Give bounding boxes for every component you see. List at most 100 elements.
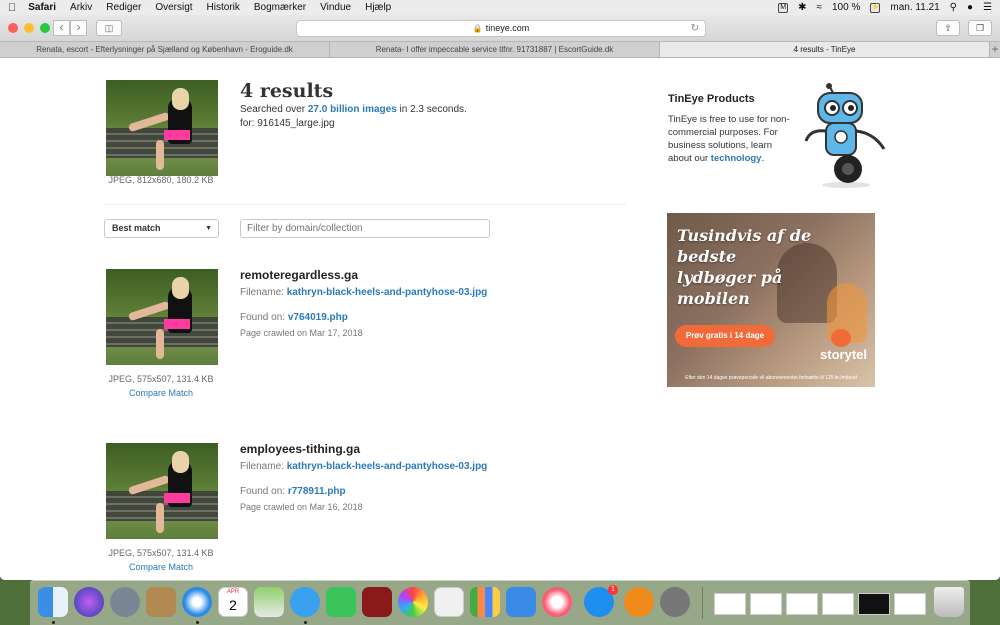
result-crawled-1: Page crawled on Mar 17, 2018 — [240, 328, 363, 338]
maps-icon[interactable] — [254, 587, 284, 617]
storytel-ad[interactable]: Tusindvis af de bedste lydbøger på mobil… — [667, 213, 875, 387]
found-on-link-1[interactable]: v764019.php — [288, 312, 348, 323]
tab-escortguide[interactable]: Renata- I offer impeccable service tlfnr… — [330, 42, 660, 57]
result-filename-1: Filename: kathryn-black-heels-and-pantyh… — [240, 287, 487, 298]
dock-minimized-window-5[interactable] — [858, 593, 890, 615]
products-text-end: . — [761, 153, 765, 164]
ad-fine-print: Efter den 14 dages prøveperiode vil abon… — [685, 375, 857, 381]
menu-app-name[interactable]: Safari — [28, 2, 56, 13]
menu-oversigt[interactable]: Oversigt — [155, 2, 192, 13]
calendar-month: APR — [226, 589, 240, 595]
back-button[interactable]: ‹ — [53, 20, 70, 36]
result-image-1[interactable] — [106, 269, 218, 365]
wifi-icon[interactable]: ≈ — [817, 2, 823, 13]
dock-minimized-window-6[interactable] — [894, 593, 926, 615]
ad-brand: storytel — [820, 347, 867, 362]
filename-link-2[interactable]: kathryn-black-heels-and-pantyhose-03.jpg — [287, 461, 488, 472]
billion-images-link[interactable]: 27.0 billion images — [308, 104, 397, 115]
running-indicator — [304, 621, 307, 624]
compare-match-link-2[interactable]: Compare Match — [91, 562, 231, 572]
close-window-button[interactable] — [8, 23, 18, 33]
query-filename: for: 916145_large.jpg — [240, 118, 335, 129]
new-tab-button[interactable]: + — [990, 42, 1000, 57]
compare-match-link-1[interactable]: Compare Match — [91, 388, 231, 398]
trash-icon[interactable] — [934, 587, 964, 617]
reload-icon[interactable]: ↻ — [691, 21, 699, 36]
minimize-window-button[interactable] — [24, 23, 34, 33]
technology-link[interactable]: technology — [711, 153, 762, 164]
nav-buttons: ‹ › — [53, 20, 87, 36]
safari-icon[interactable] — [182, 587, 212, 617]
sort-select-value: Best match — [112, 223, 161, 233]
menu-rediger[interactable]: Rediger — [106, 2, 141, 13]
dock-minimized-window-3[interactable] — [786, 593, 818, 615]
tab-tineye[interactable]: 4 results - TinEye — [660, 42, 990, 57]
result-image-2[interactable] — [106, 443, 218, 539]
forward-button[interactable]: › — [70, 20, 87, 36]
sidebar-toggle-button[interactable]: ◫ — [96, 20, 122, 36]
photo-booth-icon[interactable] — [362, 587, 392, 617]
search-summary-prefix: Searched over — [240, 104, 308, 115]
dock: APR 2 1 — [30, 580, 970, 625]
spotlight-icon[interactable]: ⚲ — [950, 2, 957, 13]
finder-icon[interactable] — [38, 587, 68, 617]
filename-label: Filename: — [240, 287, 284, 298]
clock[interactable]: man. 11.21 — [890, 2, 939, 13]
url-text: tineye.com — [485, 23, 530, 33]
dock-minimized-window-2[interactable] — [750, 593, 782, 615]
menu-historik[interactable]: Historik — [207, 2, 240, 13]
result-found-on-1: Found on: v764019.php — [240, 312, 348, 323]
launchpad-icon[interactable] — [110, 587, 140, 617]
music-icon[interactable] — [542, 587, 572, 617]
photos-icon[interactable] — [398, 587, 428, 617]
running-indicator — [196, 621, 199, 624]
result-filename-2: Filename: kathryn-black-heels-and-pantyh… — [240, 461, 487, 472]
dock-separator — [702, 587, 703, 619]
caret-down-icon: ▼ — [205, 225, 212, 232]
menu-hjaelp[interactable]: Hjælp — [365, 2, 391, 13]
numbers-icon[interactable] — [470, 587, 500, 617]
dock-minimized-window-1[interactable] — [714, 593, 746, 615]
books-icon[interactable] — [624, 587, 654, 617]
sort-select[interactable]: Best match ▼ — [104, 219, 219, 238]
tab-eroguide[interactable]: Renata, escort - Efterlysninger på Sjæll… — [0, 42, 330, 57]
apple-icon[interactable]:  — [8, 2, 16, 14]
page-content: JPEG, 812x680, 180.2 KB 4 results Search… — [0, 59, 1000, 580]
filter-input[interactable] — [240, 219, 490, 238]
search-summary: Searched over 27.0 billion images in 2.3… — [240, 104, 467, 115]
battery-label[interactable]: 100 % — [832, 2, 860, 13]
filename-link-1[interactable]: kathryn-black-heels-and-pantyhose-03.jpg — [287, 287, 488, 298]
bluetooth-icon[interactable]: ✱ — [798, 2, 806, 13]
dock-minimized-window-4[interactable] — [822, 593, 854, 615]
divider — [104, 204, 626, 205]
address-bar[interactable]: 🔒 tineye.com ↻ — [296, 20, 706, 37]
calendar-icon[interactable]: APR 2 — [218, 587, 248, 617]
menu-bar:  Safari Arkiv Rediger Oversigt Historik… — [0, 0, 1000, 15]
notification-center-icon[interactable]: ☰ — [983, 2, 992, 13]
system-preferences-icon[interactable] — [660, 587, 690, 617]
facetime-icon[interactable] — [326, 587, 356, 617]
contacts-icon[interactable] — [146, 587, 176, 617]
toolbar-right: ⇧ ❐ — [936, 20, 992, 36]
tab-overview-button[interactable]: ❐ — [968, 20, 992, 36]
result-domain-1[interactable]: remoteregardless.ga — [240, 268, 358, 282]
menu-vindue[interactable]: Vindue — [320, 2, 351, 13]
zoom-window-button[interactable] — [40, 23, 50, 33]
tineye-robot-icon — [804, 83, 886, 188]
ad-headline: Tusindvis af de bedste lydbøger på mobil… — [677, 226, 812, 308]
lock-icon: 🔒 — [472, 24, 483, 33]
query-image[interactable] — [106, 80, 218, 176]
user-icon[interactable]: ● — [967, 2, 973, 13]
status-app-icon[interactable]: M — [778, 2, 789, 13]
menu-arkiv[interactable]: Arkiv — [70, 2, 92, 13]
menu-bogmaerker[interactable]: Bogmærker — [254, 2, 306, 13]
messages-icon[interactable] — [290, 587, 320, 617]
keynote-icon[interactable] — [434, 587, 464, 617]
ad-cta-button[interactable]: Prøv gratis i 14 dage — [675, 325, 775, 347]
result-domain-2[interactable]: employees-tithing.ga — [240, 442, 360, 456]
battery-icon[interactable]: ⚡ — [870, 2, 881, 13]
found-on-link-2[interactable]: r778911.php — [288, 486, 346, 497]
siri-icon[interactable] — [74, 587, 104, 617]
share-button[interactable]: ⇧ — [936, 20, 960, 36]
keynote-presentation-icon[interactable] — [506, 587, 536, 617]
